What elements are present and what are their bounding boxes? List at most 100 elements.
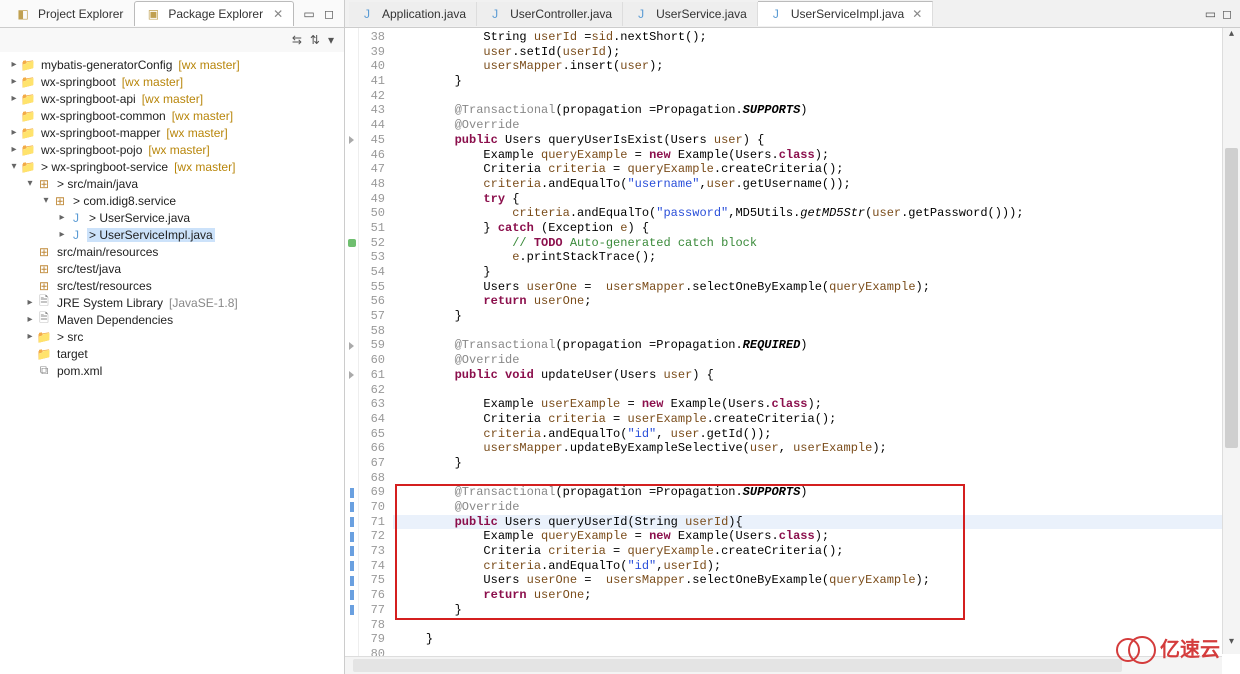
close-icon[interactable]: ✕ <box>912 7 922 21</box>
tree-item[interactable]: ▸⊞src/main/resources <box>0 243 344 260</box>
tree-item[interactable]: ▸📁mybatis-generatorConfig[wx master] <box>0 56 344 73</box>
package-explorer-tab[interactable]: ▣ Package Explorer ✕ <box>134 1 294 26</box>
editor-tab[interactable]: JUserService.java <box>623 2 758 26</box>
code-line[interactable]: } <box>393 632 1240 647</box>
code-area[interactable]: String userId =sid.nextShort(); user.set… <box>393 28 1240 674</box>
tree-item[interactable]: ▸📁wx-springboot[wx master] <box>0 73 344 90</box>
chevron-down-icon[interactable]: ▾ <box>40 195 52 207</box>
tree-item-label: wx-springboot-pojo <box>39 143 144 157</box>
code-line[interactable] <box>393 324 1240 339</box>
view-menu-icon[interactable]: ▾ <box>328 33 334 47</box>
tree-item[interactable]: ▾📁> wx-springboot-service[wx master] <box>0 158 344 175</box>
code-line[interactable]: return userOne; <box>393 588 1240 603</box>
tree-item[interactable]: ▸📁target <box>0 345 344 362</box>
code-line[interactable] <box>393 618 1240 633</box>
scroll-thumb[interactable] <box>1225 148 1238 448</box>
code-line[interactable]: try { <box>393 192 1240 207</box>
line-number: 43 <box>359 103 385 118</box>
vertical-scrollbar[interactable]: ▴ ▾ <box>1222 28 1240 654</box>
code-line[interactable]: @Transactional(propagation =Propagation.… <box>393 338 1240 353</box>
tree-item-decoration: [wx master] <box>174 160 235 174</box>
code-line[interactable]: criteria.andEqualTo("username",user.getU… <box>393 177 1240 192</box>
code-line[interactable]: Example queryExample = new Example(Users… <box>393 529 1240 544</box>
code-line[interactable]: @Override <box>393 500 1240 515</box>
minimize-editor-icon[interactable]: ▭ <box>1205 7 1216 21</box>
code-line[interactable]: } <box>393 309 1240 324</box>
chevron-down-icon[interactable]: ▾ <box>8 161 20 173</box>
code-line[interactable]: } <box>393 456 1240 471</box>
chevron-right-icon[interactable]: ▸ <box>24 331 36 343</box>
tree-item[interactable]: ▸📁wx-springboot-mapper[wx master] <box>0 124 344 141</box>
editor-tab[interactable]: JUserController.java <box>477 2 623 26</box>
tree-item[interactable]: ▸J> UserService.java <box>0 209 344 226</box>
code-line[interactable]: public Users queryUserIsExist(Users user… <box>393 133 1240 148</box>
tree-item[interactable]: ▸📁wx-springboot-common[wx master] <box>0 107 344 124</box>
tree-item[interactable]: ▸🗎Maven Dependencies <box>0 311 344 328</box>
code-line[interactable]: user.setId(userId); <box>393 45 1240 60</box>
code-line[interactable]: Example queryExample = new Example(Users… <box>393 148 1240 163</box>
chevron-down-icon[interactable]: ▾ <box>24 178 36 190</box>
code-line[interactable]: criteria.andEqualTo("password",MD5Utils.… <box>393 206 1240 221</box>
chevron-right-icon[interactable]: ▸ <box>56 229 68 241</box>
code-line[interactable] <box>393 383 1240 398</box>
code-line[interactable]: usersMapper.insert(user); <box>393 59 1240 74</box>
chevron-right-icon[interactable]: ▸ <box>8 127 20 139</box>
tree-item-label: src/main/resources <box>55 245 160 259</box>
code-line[interactable]: Users userOne = usersMapper.selectOneByE… <box>393 573 1240 588</box>
tree-item[interactable]: ▸📁wx-springboot-pojo[wx master] <box>0 141 344 158</box>
maximize-icon[interactable]: ◻ <box>322 7 336 21</box>
horizontal-scrollbar[interactable] <box>345 656 1222 674</box>
code-line[interactable]: criteria.andEqualTo("id",userId); <box>393 559 1240 574</box>
package-tree[interactable]: ▸📁mybatis-generatorConfig[wx master]▸📁wx… <box>0 52 344 674</box>
code-line[interactable]: Criteria criteria = queryExample.createC… <box>393 162 1240 177</box>
chevron-right-icon[interactable]: ▸ <box>8 76 20 88</box>
tree-item[interactable]: ▸🗎JRE System Library[JavaSE-1.8] <box>0 294 344 311</box>
code-line[interactable]: criteria.andEqualTo("id", user.getId()); <box>393 427 1240 442</box>
code-line[interactable]: } catch (Exception e) { <box>393 221 1240 236</box>
tree-item[interactable]: ▸⧉pom.xml <box>0 362 344 379</box>
tree-item[interactable]: ▸J> UserServiceImpl.java <box>0 226 344 243</box>
code-line[interactable]: usersMapper.updateByExampleSelective(use… <box>393 441 1240 456</box>
code-line[interactable]: } <box>393 74 1240 89</box>
chevron-right-icon[interactable]: ▸ <box>8 59 20 71</box>
code-line[interactable]: } <box>393 265 1240 280</box>
tree-item[interactable]: ▾⊞> src/main/java <box>0 175 344 192</box>
code-line[interactable] <box>393 471 1240 486</box>
tree-item[interactable]: ▸📁wx-springboot-api[wx master] <box>0 90 344 107</box>
code-line[interactable]: Criteria criteria = queryExample.createC… <box>393 544 1240 559</box>
editor-tab[interactable]: JApplication.java <box>349 2 477 26</box>
chevron-right-icon[interactable]: ▸ <box>56 212 68 224</box>
editor-tab[interactable]: JUserServiceImpl.java✕ <box>758 1 933 26</box>
line-number: 59 <box>359 338 385 353</box>
maximize-editor-icon[interactable]: ◻ <box>1222 7 1232 21</box>
tree-item[interactable]: ▸⊞src/test/java <box>0 260 344 277</box>
tree-item[interactable]: ▾⊞> com.idig8.service <box>0 192 344 209</box>
code-line[interactable]: Example userExample = new Example(Users.… <box>393 397 1240 412</box>
chevron-right-icon[interactable]: ▸ <box>8 144 20 156</box>
code-line[interactable]: Criteria criteria = userExample.createCr… <box>393 412 1240 427</box>
code-line[interactable]: @Override <box>393 353 1240 368</box>
code-line[interactable]: public Users queryUserId(String userId){ <box>393 515 1240 530</box>
code-line[interactable]: return userOne; <box>393 294 1240 309</box>
code-line[interactable]: @Transactional(propagation =Propagation.… <box>393 485 1240 500</box>
chevron-right-icon[interactable]: ▸ <box>24 297 36 309</box>
tree-item[interactable]: ▸⊞src/test/resources <box>0 277 344 294</box>
code-line[interactable]: public void updateUser(Users user) { <box>393 368 1240 383</box>
collapse-all-icon[interactable]: ⇆ <box>292 33 302 47</box>
code-line[interactable]: @Override <box>393 118 1240 133</box>
close-icon[interactable]: ✕ <box>273 7 283 21</box>
code-line[interactable]: Users userOne = usersMapper.selectOneByE… <box>393 280 1240 295</box>
code-line[interactable]: // TODO Auto-generated catch block <box>393 236 1240 251</box>
code-line[interactable]: e.printStackTrace(); <box>393 250 1240 265</box>
scroll-thumb[interactable] <box>353 659 1122 672</box>
code-line[interactable]: String userId =sid.nextShort(); <box>393 30 1240 45</box>
project-explorer-tab[interactable]: ◧ Project Explorer <box>4 1 134 26</box>
link-editor-icon[interactable]: ⇅ <box>310 33 320 47</box>
code-line[interactable]: } <box>393 603 1240 618</box>
code-line[interactable]: @Transactional(propagation =Propagation.… <box>393 103 1240 118</box>
chevron-right-icon[interactable]: ▸ <box>8 93 20 105</box>
tree-item[interactable]: ▸📁> src <box>0 328 344 345</box>
chevron-right-icon[interactable]: ▸ <box>24 314 36 326</box>
code-line[interactable] <box>393 89 1240 104</box>
minimize-icon[interactable]: ▭ <box>302 7 316 21</box>
